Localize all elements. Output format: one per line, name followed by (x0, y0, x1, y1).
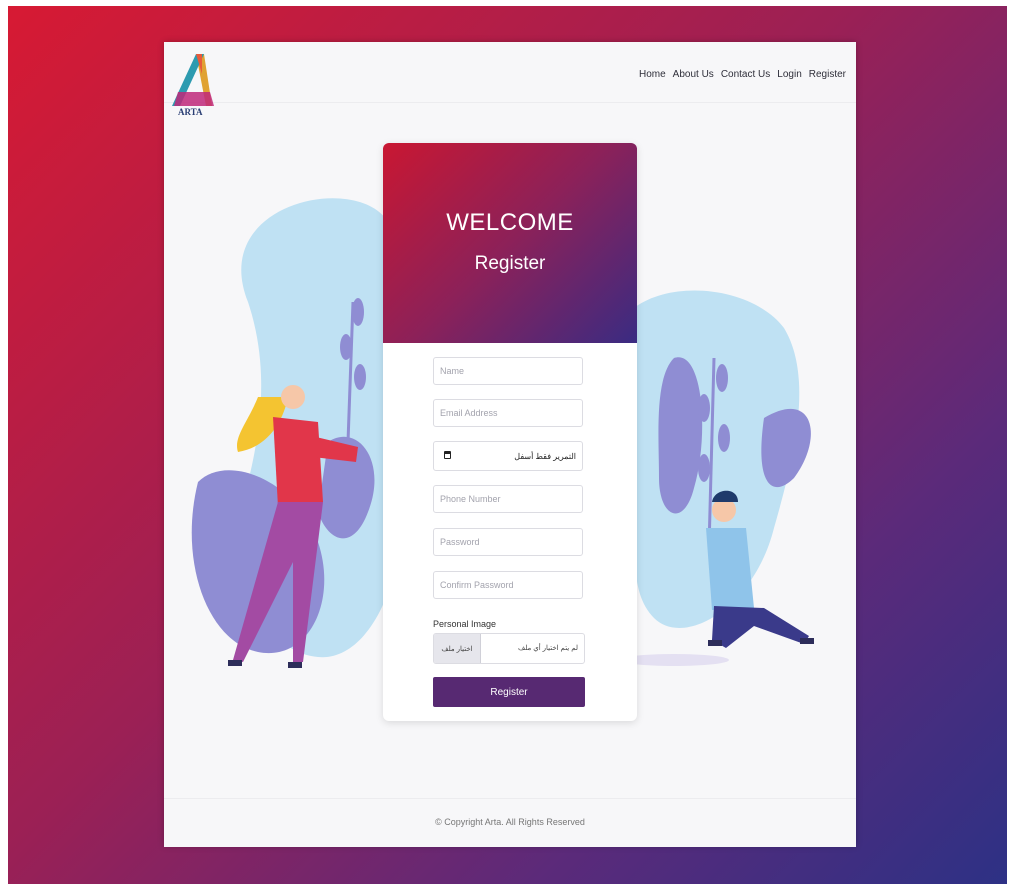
man-illustration (619, 290, 814, 666)
logo-text: ARTA (178, 107, 203, 117)
site-footer: © Copyright Arta. All Rights Reserved (164, 798, 856, 847)
website-frame: ARTA Home About Us Contact Us Login Regi… (164, 42, 856, 847)
nav-home[interactable]: Home (639, 69, 666, 80)
file-status-text: لم يتم اختيار أي ملف (517, 645, 578, 652)
register-card: WELCOME Register التمرير فقط أسفل Person… (383, 143, 637, 721)
choose-file-button[interactable]: اختيار ملف (434, 634, 481, 663)
nav-contact-us[interactable]: Contact Us (721, 69, 770, 80)
nav-about-us[interactable]: About Us (673, 69, 714, 80)
confirm-password-input[interactable] (433, 571, 583, 599)
password-input[interactable] (433, 528, 583, 556)
register-subtitle: Register (474, 253, 546, 274)
name-input[interactable] (433, 357, 583, 385)
welcome-title: WELCOME (446, 209, 574, 236)
calendar-icon[interactable] (444, 451, 451, 459)
main-nav: Home About Us Contact Us Login Register (639, 69, 846, 80)
nav-login[interactable]: Login (777, 69, 801, 80)
register-button[interactable]: Register (433, 677, 585, 707)
date-text: التمرير فقط أسفل (514, 452, 576, 461)
email-input[interactable] (433, 399, 583, 427)
date-field[interactable]: التمرير فقط أسفل (433, 441, 583, 471)
copyright-text: © Copyright Arta. All Rights Reserved (435, 817, 585, 827)
nav-register[interactable]: Register (809, 69, 846, 80)
personal-image-label: Personal Image (433, 619, 497, 629)
card-header: WELCOME Register (383, 143, 637, 343)
phone-input[interactable] (433, 485, 583, 513)
personal-image-file-input[interactable]: اختيار ملف لم يتم اختيار أي ملف (433, 633, 585, 664)
site-header: ARTA Home About Us Contact Us Login Regi… (164, 42, 856, 117)
